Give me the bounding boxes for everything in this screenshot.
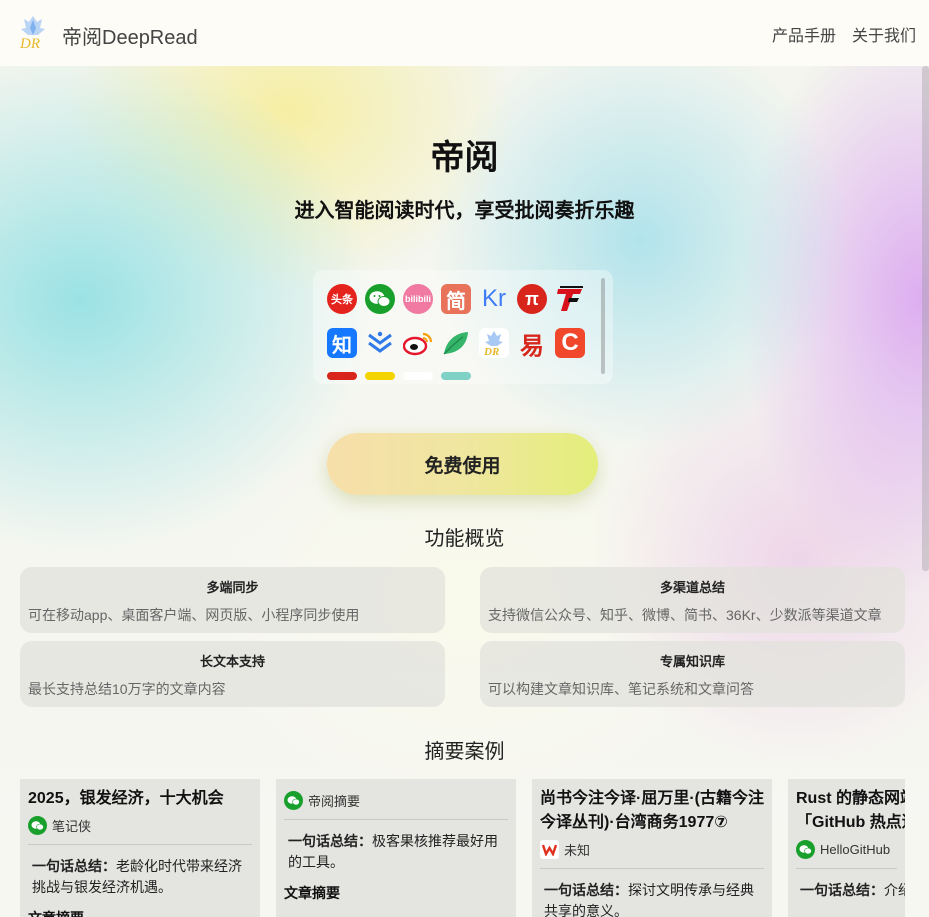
feature-title: 多渠道总结 [659,580,725,595]
case-title: 尚书今注今译·屈万里·(古籍今注今译丛刊)·台湾商务1977⑦ [540,790,764,831]
case-divider [796,868,897,869]
case-divider [540,868,764,869]
feature-title: 专属知识库 [659,654,725,669]
case-card[interactable]: 帝阅摘要 一句话总结：极客果核推荐最好用的工具。 文章摘要 [276,779,516,917]
deepread-logo-icon[interactable]: DR [18,14,48,52]
case-source: 未知 [540,840,764,859]
sources-grid: 头条 bilibili 简 Kr π 知 DR 易 C [327,284,597,380]
source-icon-partial[interactable] [441,372,471,380]
supported-sources-panel: 头条 bilibili 简 Kr π 知 DR 易 C [313,270,613,384]
top-header: DR 帝阅DeepRead 产品手册 关于我们 [0,0,929,66]
sources-scrollbar[interactable] [601,278,605,374]
nav-product-manual[interactable]: 产品手册 [772,22,836,46]
feature-desc: 最长支持总结10万字的文章内容 [28,681,226,697]
case-source: HelloGitHub [796,840,897,859]
feature-card-knowledge-base: 专属知识库 可以构建文章知识库、笔记系统和文章问答 [480,641,905,707]
case-divider [28,844,252,845]
svg-text:DR: DR [483,346,499,357]
feature-card-long-text: 长文本支持 最长支持总结10万字的文章内容 [20,641,445,707]
wechat-icon [28,816,47,835]
feature-desc: 可在移动app、桌面客户端、网页版、小程序同步使用 [28,607,360,623]
feature-title: 长文本支持 [199,654,265,669]
wechat-icon[interactable] [365,284,395,314]
feature-title: 多端同步 [206,580,259,595]
bilibili-icon[interactable]: bilibili [403,284,433,314]
jianshu-icon[interactable]: 简 [441,284,471,314]
deepread-icon[interactable]: DR [479,328,509,358]
top-nav: 产品手册 关于我们 [772,22,916,46]
wechat-icon [284,791,303,810]
feature-card-multi-device: 多端同步 可在移动app、桌面客户端、网页版、小程序同步使用 [20,567,445,633]
feature-desc: 支持微信公众号、知乎、微博、简书、36Kr、少数派等渠道文章 [488,607,882,623]
brand-name[interactable]: 帝阅DeepRead [62,21,198,50]
toutiao-icon[interactable]: 头条 [327,284,357,314]
source-icon-partial[interactable] [403,372,433,380]
source-icon-partial[interactable] [327,372,357,380]
case-card[interactable]: 尚书今注今译·屈万里·(古籍今注今译丛刊)·台湾商务1977⑦ 未知 一句话总结… [532,779,772,917]
feature-desc: 可以构建文章知识库、笔记系统和文章问答 [488,681,754,697]
leaf-icon[interactable] [441,328,471,358]
case-section-title: 文章摘要 [28,908,252,917]
hero-title: 帝阅 [430,139,499,177]
case-summary: 一句话总结：介绍开源项目及工具。 [800,882,905,898]
case-title: 2025，银发经济，十大机会 [28,790,224,807]
case-title: Rust 的静态网站「GitHub 热点速览」 [796,790,905,831]
case-source-name: 未知 [564,843,591,858]
feature-card-multi-channel: 多渠道总结 支持微信公众号、知乎、微博、简书、36Kr、少数派等渠道文章 [480,567,905,633]
case-divider [284,819,508,820]
case-card[interactable]: Rust 的静态网站「GitHub 热点速览」 HelloGitHub 一句话总… [788,779,905,917]
chevron-stack-icon[interactable] [365,328,395,358]
nav-about-us[interactable]: 关于我们 [852,22,916,46]
case-summary: 一句话总结：老龄化时代带来经济挑战与银发经济机遇。 [32,858,242,895]
case-section-title: 文章摘要 [284,885,340,901]
case-source: 笔记侠 [28,816,252,835]
case-summary: 一句话总结：极客果核推荐最好用的工具。 [288,833,498,870]
source-icon-partial[interactable] [365,372,395,380]
case-card[interactable]: 2025，银发经济，十大机会 笔记侠 一句话总结：老龄化时代带来经济挑战与银发经… [20,779,260,917]
features-title: 功能概览 [424,528,505,550]
cases-title: 摘要案例 [424,741,505,763]
wps-icon [540,840,559,859]
free-use-button[interactable]: 免费使用 [327,433,598,495]
weibo-icon[interactable] [403,328,433,358]
svg-text:DR: DR [19,36,40,52]
red-glyph-icon[interactable]: 易 [517,328,547,359]
case-source-name: 笔记侠 [52,819,92,834]
case-source: 帝阅摘要 [284,791,508,810]
wechat-icon [796,840,815,859]
c-icon[interactable]: C [555,328,585,358]
case-source-name: HelloGitHub [820,842,891,857]
hero-subtitle: 进入智能阅读时代，享受批阅奏折乐趣 [294,200,635,222]
zhihu-icon[interactable]: 知 [327,328,357,358]
case-source-name: 帝阅摘要 [308,794,361,809]
case-summary: 一句话总结：探讨文明传承与经典共享的意义。 [544,882,754,917]
36kr-icon[interactable]: Kr [479,284,509,314]
tf-icon[interactable] [555,284,585,314]
pi-icon[interactable]: π [517,284,547,314]
